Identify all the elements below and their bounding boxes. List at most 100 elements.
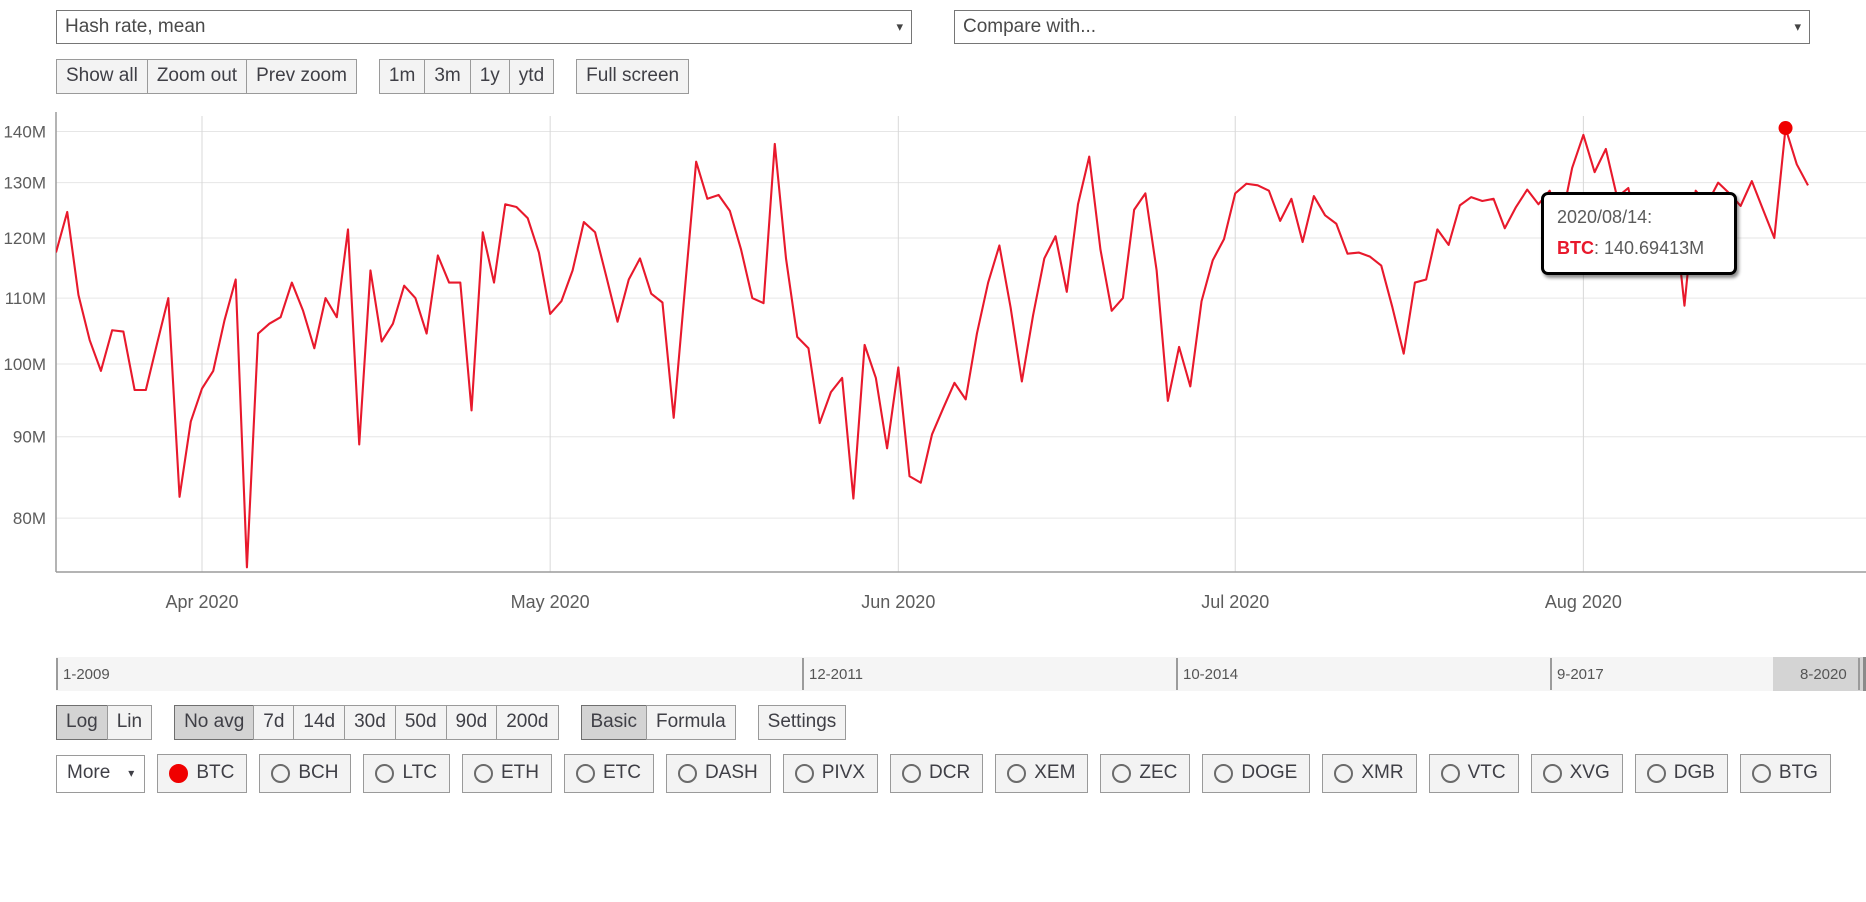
- navigator-tick: [1858, 658, 1860, 690]
- avg-button-14d[interactable]: 14d: [293, 705, 346, 740]
- coin-label: PIVX: [821, 762, 866, 783]
- mode-button-group: Basic Formula: [580, 705, 736, 740]
- coin-button-dgb[interactable]: DGB: [1634, 754, 1728, 793]
- scale-button-group: Log Lin: [56, 705, 153, 740]
- coin-button-ltc[interactable]: LTC: [363, 754, 450, 793]
- x-axis-tick-label: Apr 2020: [165, 592, 238, 612]
- selector-row: Hash rate, mean ▾ Compare with... ▾: [0, 0, 1866, 44]
- coin-label: DASH: [704, 762, 758, 783]
- compare-select[interactable]: Compare with... ▾: [954, 10, 1810, 44]
- navigator-tick: [56, 658, 58, 690]
- coin-circle-icon: [271, 763, 291, 783]
- coin-circle-icon: [1751, 763, 1771, 783]
- coin-label: ZEC: [1139, 762, 1178, 783]
- mode-button-basic[interactable]: Basic: [580, 705, 647, 740]
- coin-button-zec[interactable]: ZEC: [1100, 754, 1191, 793]
- coin-button-dcr[interactable]: DCR: [890, 754, 984, 793]
- y-axis-tick-label: 130M: [3, 174, 46, 193]
- fullscreen-button-full-screen[interactable]: Full screen: [576, 59, 690, 94]
- zoom-button-prev-zoom[interactable]: Prev zoom: [246, 59, 357, 94]
- avg-button-200d[interactable]: 200d: [496, 705, 559, 740]
- tooltip-value: 140.69413M: [1604, 237, 1705, 258]
- metric-select[interactable]: Hash rate, mean ▾: [56, 10, 912, 44]
- range-button-1m[interactable]: 1m: [378, 59, 426, 94]
- coin-label: ETC: [602, 762, 641, 783]
- coin-button-dash[interactable]: DASH: [665, 754, 771, 793]
- hash-rate-line-chart[interactable]: 80M 90M 100M 110M 120M 130M 140M Apr 2020 May 20…: [0, 104, 1866, 649]
- zoom-button-zoom-out[interactable]: Zoom out: [146, 59, 248, 94]
- avg-button-no-avg[interactable]: No avg: [174, 705, 255, 740]
- metric-select-value: Hash rate, mean: [65, 16, 206, 37]
- navigator-label: 9-2017: [1557, 666, 1604, 683]
- range-button-group: 1m 3m 1y ytd: [378, 59, 555, 94]
- chart-area[interactable]: 80M 90M 100M 110M 120M 130M 140M Apr 2020 May 20…: [0, 104, 1866, 649]
- x-axis-tick-label: Jul 2020: [1201, 592, 1269, 612]
- coin-label: XEM: [1034, 762, 1076, 783]
- coin-button-doge[interactable]: DOGE: [1202, 754, 1311, 793]
- coin-circle-icon: [575, 763, 595, 783]
- settings-button-group: Settings: [757, 705, 847, 740]
- coin-label: ETH: [500, 762, 539, 783]
- navigator-tick: [1176, 658, 1178, 690]
- zoom-button-show-all[interactable]: Show all: [56, 59, 148, 94]
- chevron-down-icon: ▾: [896, 19, 903, 34]
- coin-button-etc[interactable]: ETC: [563, 754, 654, 793]
- navigator-label: 8-2020: [1800, 666, 1847, 683]
- y-axis-tick-label: 120M: [3, 229, 46, 248]
- coin-button-xem[interactable]: XEM: [995, 754, 1089, 793]
- coin-label: BTC: [196, 762, 235, 783]
- coin-label: DOGE: [1241, 762, 1298, 783]
- coin-circle-icon: [677, 763, 697, 783]
- coin-label: XMR: [1361, 762, 1404, 783]
- avg-button-30d[interactable]: 30d: [344, 705, 396, 740]
- mode-button-formula[interactable]: Formula: [645, 705, 736, 740]
- avg-button-7d[interactable]: 7d: [253, 705, 295, 740]
- range-button-ytd[interactable]: ytd: [508, 59, 555, 94]
- avg-button-50d[interactable]: 50d: [394, 705, 447, 740]
- y-axis-tick-label: 100M: [3, 355, 46, 374]
- coin-label: DCR: [929, 762, 971, 783]
- x-axis-tick-label: Aug 2020: [1545, 592, 1622, 612]
- coin-button-btc[interactable]: BTC: [157, 754, 248, 793]
- coin-circle-icon: [473, 763, 493, 783]
- coin-label: VTC: [1467, 762, 1506, 783]
- navigator-label: 10-2014: [1183, 666, 1239, 683]
- range-navigator[interactable]: 1-2009 12-2011 10-2014 9-2017 8-2020: [56, 657, 1866, 691]
- coin-button-bch[interactable]: BCH: [259, 754, 352, 793]
- zoom-button-group: Show all Zoom out Prev zoom: [56, 59, 357, 94]
- avg-button-90d[interactable]: 90d: [445, 705, 498, 740]
- range-button-3m[interactable]: 3m: [424, 59, 471, 94]
- y-axis-tick-label: 80M: [13, 509, 46, 528]
- coin-button-pivx[interactable]: PIVX: [782, 754, 879, 793]
- settings-button-settings[interactable]: Settings: [757, 705, 847, 740]
- fullscreen-button-group: Full screen: [576, 59, 690, 94]
- scale-button-lin[interactable]: Lin: [106, 705, 153, 740]
- coin-button-xvg[interactable]: XVG: [1530, 754, 1623, 793]
- compare-select-value: Compare with...: [963, 16, 1097, 37]
- coin-button-btg[interactable]: BTG: [1739, 754, 1831, 793]
- highlighted-data-point[interactable]: [1778, 121, 1793, 136]
- average-button-group: No avg 7d 14d 30d 50d 90d 200d: [174, 705, 559, 740]
- coin-circle-icon: [1214, 763, 1234, 783]
- tooltip-value-line: BTC: 140.69413M: [1557, 235, 1722, 263]
- coin-circle-icon: [1112, 763, 1132, 783]
- more-coins-dropdown[interactable]: More ▾: [56, 754, 146, 793]
- chevron-down-icon: ▾: [128, 765, 135, 780]
- coin-label: BCH: [298, 762, 339, 783]
- scale-button-log[interactable]: Log: [56, 705, 108, 740]
- coin-circle-icon: [375, 763, 395, 783]
- chevron-down-icon: ▾: [1794, 19, 1801, 34]
- range-button-1y[interactable]: 1y: [469, 59, 510, 94]
- coin-label: BTG: [1778, 762, 1818, 783]
- navigator-tick: [1550, 658, 1552, 690]
- chart-toolbar: Show all Zoom out Prev zoom 1m 3m 1y ytd Full…: [0, 44, 1866, 94]
- y-axis-tick-label: 90M: [13, 428, 46, 447]
- coin-button-xmr[interactable]: XMR: [1322, 754, 1417, 793]
- coin-circle-icon: [1440, 763, 1460, 783]
- tooltip-date: 2020/08/14:: [1557, 207, 1653, 227]
- coin-circle-icon: [1334, 763, 1354, 783]
- coin-button-eth[interactable]: ETH: [461, 754, 552, 793]
- coin-button-vtc[interactable]: VTC: [1428, 754, 1519, 793]
- coin-selected-dot-icon: [169, 763, 189, 783]
- coin-label: XVG: [1569, 762, 1610, 783]
